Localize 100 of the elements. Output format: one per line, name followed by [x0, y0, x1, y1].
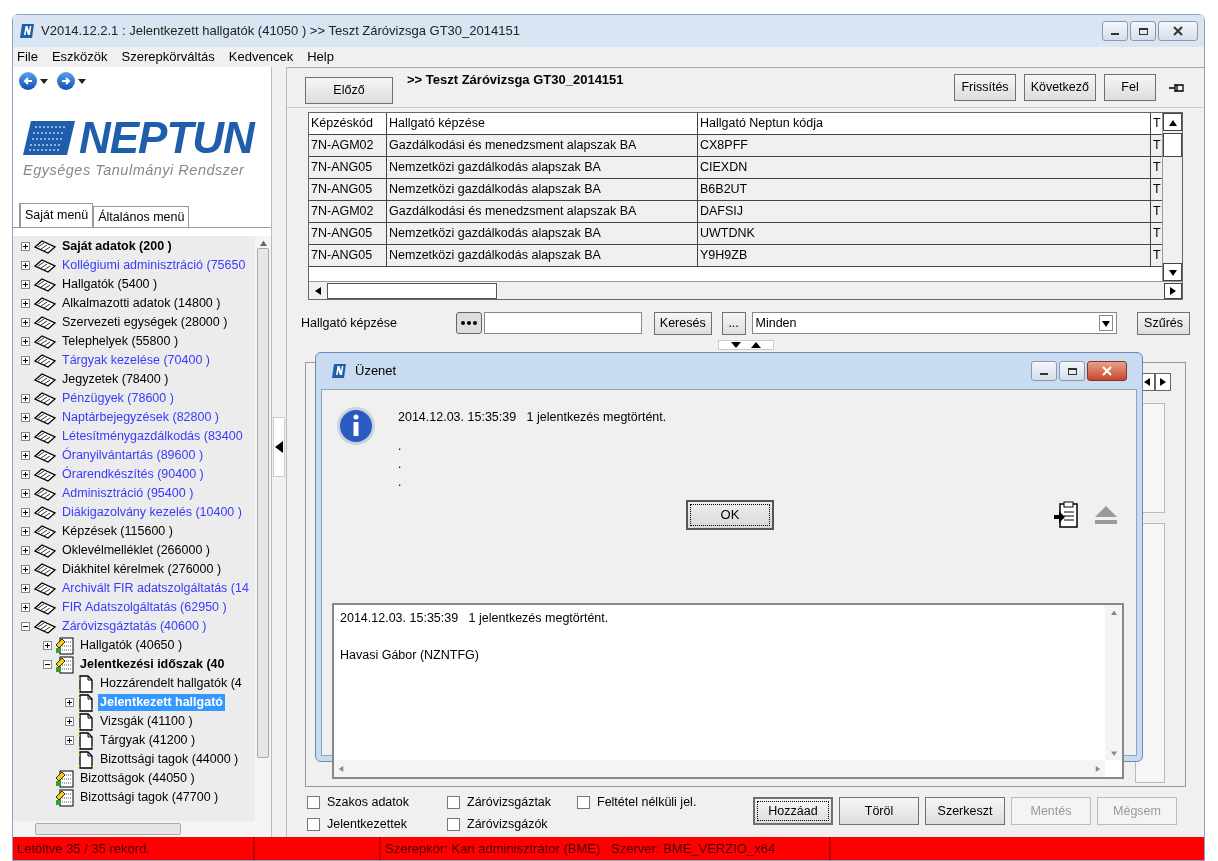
sidebar-tab[interactable]: Általános menü: [93, 206, 190, 227]
expand-toggle[interactable]: [20, 280, 30, 289]
expand-toggle[interactable]: [20, 584, 30, 593]
expand-toggle[interactable]: [20, 413, 30, 422]
dropdown-caret-icon[interactable]: [40, 78, 48, 84]
maximize-button[interactable]: [1059, 361, 1085, 381]
tree-item[interactable]: Pénzügyek (78600 ): [60, 390, 176, 407]
close-icon[interactable]: [1173, 26, 1183, 36]
splitter-handle[interactable]: [717, 340, 774, 350]
expand-toggle[interactable]: [20, 337, 30, 346]
tree-item[interactable]: Tárgyak (41200 ): [98, 732, 198, 749]
tree-item[interactable]: FIR Adatszolgáltatás (62950 ): [60, 599, 229, 616]
filter-button[interactable]: Szűrés: [1137, 311, 1190, 335]
tree-item[interactable]: Bizottsági tagok (47700 ): [78, 789, 221, 806]
tree-item[interactable]: Hozzárendelt hallgatók (4: [98, 675, 244, 692]
tab-scroll-right[interactable]: [1155, 373, 1171, 391]
arrow-left-icon[interactable]: [275, 441, 283, 453]
tree-item[interactable]: Telephelyek (55800 ): [60, 333, 181, 350]
tree-item[interactable]: Bizottságok (44050 ): [78, 770, 197, 787]
checkbox[interactable]: [577, 795, 590, 809]
checkbox[interactable]: [447, 817, 460, 831]
more-button[interactable]: ...: [721, 311, 746, 335]
expand-toggle[interactable]: [20, 603, 30, 612]
expand-toggle[interactable]: [20, 565, 30, 574]
action-button[interactable]: Szerkeszt: [925, 797, 1005, 825]
tree-item[interactable]: Naptárbejegyzések (82800 ): [60, 409, 222, 426]
search-button[interactable]: Keresés: [653, 311, 712, 335]
collapse-toggle[interactable]: [20, 622, 30, 631]
expand-toggle[interactable]: [42, 641, 52, 650]
menu-item[interactable]: Szerepkörváltás: [121, 47, 215, 67]
tree-item[interactable]: Hallgatók (40650 ): [78, 637, 185, 654]
expand-toggle[interactable]: [20, 546, 30, 555]
scrollbar-thumb[interactable]: [1163, 133, 1182, 157]
expand-toggle[interactable]: [64, 698, 74, 707]
tree-item[interactable]: Kollégiumi adminisztráció (75650: [60, 257, 248, 274]
expand-toggle[interactable]: [20, 356, 30, 365]
menu-item[interactable]: Eszközök: [51, 47, 108, 67]
column-header[interactable]: Képzéskód: [309, 113, 387, 134]
tree-item[interactable]: Hallgatók (5400 ): [60, 276, 160, 293]
menu-item[interactable]: Kedvencek: [228, 47, 294, 67]
arrow-right-icon[interactable]: [1169, 286, 1177, 295]
expand-toggle[interactable]: [20, 489, 30, 498]
tree-item[interactable]: Alkalmazotti adatok (14800 ): [60, 295, 223, 312]
sidebar-tab[interactable]: Saját menü: [19, 203, 94, 227]
toolbar-button[interactable]: Következő: [1023, 74, 1096, 101]
tree-item[interactable]: Létesítménygazdálkodás (83400: [60, 428, 245, 445]
tree-item[interactable]: Vizsgák (41100 ): [98, 713, 195, 730]
horizontal-scrollbar[interactable]: [309, 281, 1182, 299]
toolbar-button[interactable]: Fel: [1104, 74, 1156, 101]
action-button[interactable]: Töröl: [839, 797, 919, 825]
previous-button[interactable]: Előző: [305, 77, 393, 104]
collapse-panel-handle[interactable]: [273, 417, 285, 477]
expand-toggle[interactable]: [20, 432, 30, 441]
arrow-down-icon[interactable]: [730, 342, 741, 348]
close-button[interactable]: [1158, 21, 1198, 41]
maximize-button[interactable]: [1130, 21, 1156, 41]
vertical-scrollbar[interactable]: [1162, 113, 1182, 281]
column-header[interactable]: Hallgató képzése: [387, 113, 698, 134]
menu-item[interactable]: Help: [307, 47, 334, 67]
tree-item[interactable]: Tárgyak kezelése (70400 ): [60, 352, 212, 369]
checkbox[interactable]: [307, 795, 320, 809]
tree-item[interactable]: Saját adatok (200 ): [60, 238, 174, 255]
vertical-scrollbar[interactable]: [255, 236, 271, 821]
minimize-button[interactable]: [1031, 361, 1057, 381]
expand-toggle[interactable]: [20, 318, 30, 327]
tree-item[interactable]: Képzések (115600 ): [60, 523, 175, 540]
menu-item[interactable]: File: [17, 47, 38, 67]
minimize-button[interactable]: [1102, 21, 1128, 41]
collapse-toggle[interactable]: [42, 660, 52, 669]
tree-item[interactable]: Adminisztráció (95400 ): [60, 485, 196, 502]
horizontal-scrollbar[interactable]: [13, 821, 271, 837]
tree-item[interactable]: Archivált FIR adatszolgáltatás (14: [60, 580, 251, 597]
expand-toggle[interactable]: [20, 394, 30, 403]
expand-toggle[interactable]: [20, 508, 30, 517]
arrow-left-icon[interactable]: [1143, 378, 1151, 386]
expand-toggle[interactable]: [64, 736, 74, 745]
clipboard-icon[interactable]: [1054, 500, 1080, 529]
ok-button[interactable]: OK: [686, 499, 774, 530]
arrow-right-icon[interactable]: [1159, 378, 1167, 386]
checkbox[interactable]: [447, 795, 460, 809]
arrow-down-icon[interactable]: [1168, 268, 1177, 276]
ellipsis-button[interactable]: [456, 312, 482, 334]
checkbox[interactable]: [307, 817, 320, 831]
expand-toggle[interactable]: [20, 299, 30, 308]
search-field[interactable]: [483, 312, 642, 334]
arrow-left-icon[interactable]: [314, 286, 322, 295]
expand-toggle[interactable]: [20, 451, 30, 460]
expand-toggle[interactable]: [20, 242, 30, 251]
close-button[interactable]: [1087, 361, 1127, 381]
tree-item[interactable]: Jelentkezési időszak (40: [78, 656, 227, 673]
tree-item[interactable]: Óranyilvántartás (89600 ): [60, 447, 206, 464]
expand-toggle[interactable]: [20, 527, 30, 536]
action-button[interactable]: Hozzáad: [753, 797, 833, 825]
pin-icon[interactable]: [1168, 81, 1186, 94]
tree-item[interactable]: Diákigazolvány kezelés (10400 ): [60, 504, 244, 521]
arrow-up-icon[interactable]: [750, 342, 761, 348]
arrow-up-icon[interactable]: [1168, 118, 1177, 126]
tree-item[interactable]: Bizottsági tagok (44000 ): [98, 751, 241, 768]
toolbar-button[interactable]: Frissítés: [954, 74, 1016, 101]
tree-item[interactable]: Jegyzetek (78400 ): [60, 371, 171, 388]
